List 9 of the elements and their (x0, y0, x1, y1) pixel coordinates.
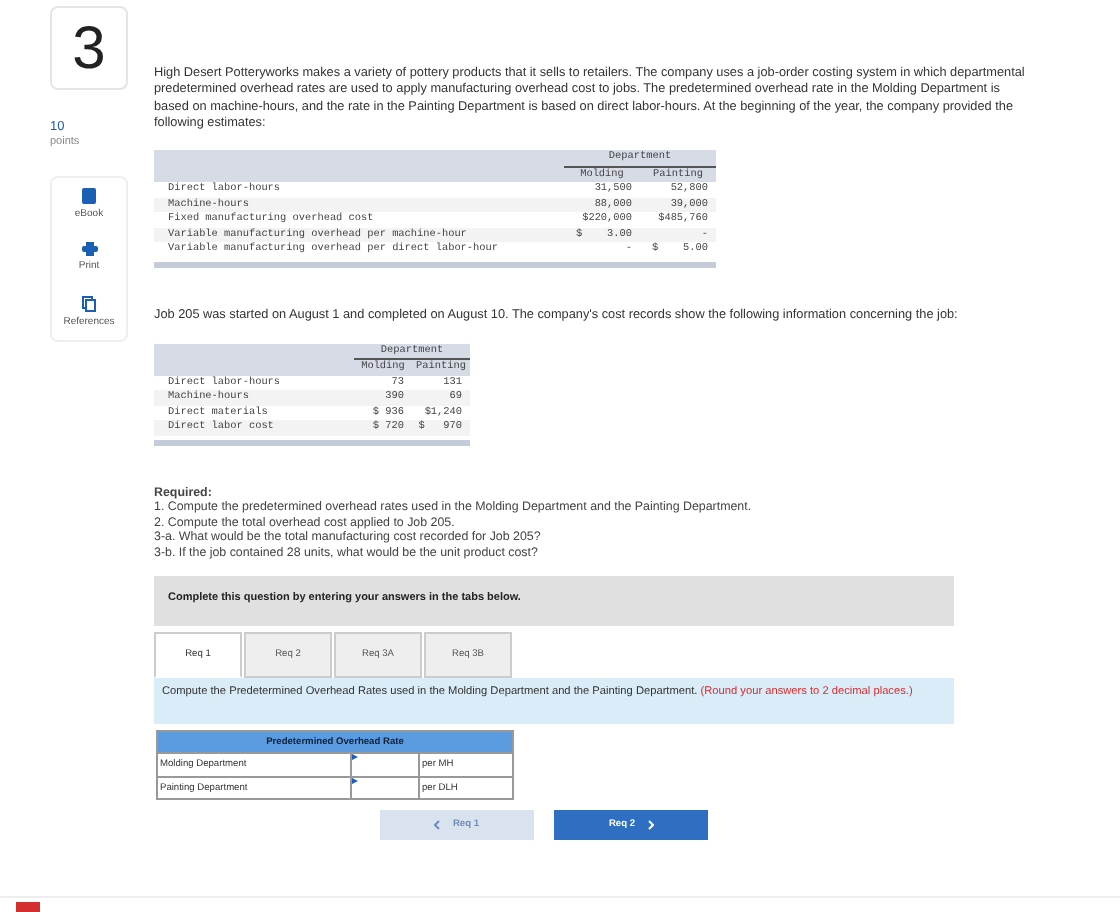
documents-icon (82, 295, 96, 312)
question-number: 3 (50, 6, 128, 90)
answer-field[interactable] (352, 754, 420, 777)
marker-icon (352, 778, 358, 785)
logo-mark (16, 902, 40, 912)
chevron-left-icon (434, 820, 441, 831)
answer-field[interactable] (352, 778, 420, 799)
marker-icon (352, 754, 358, 761)
chevron-right-icon (647, 820, 654, 831)
